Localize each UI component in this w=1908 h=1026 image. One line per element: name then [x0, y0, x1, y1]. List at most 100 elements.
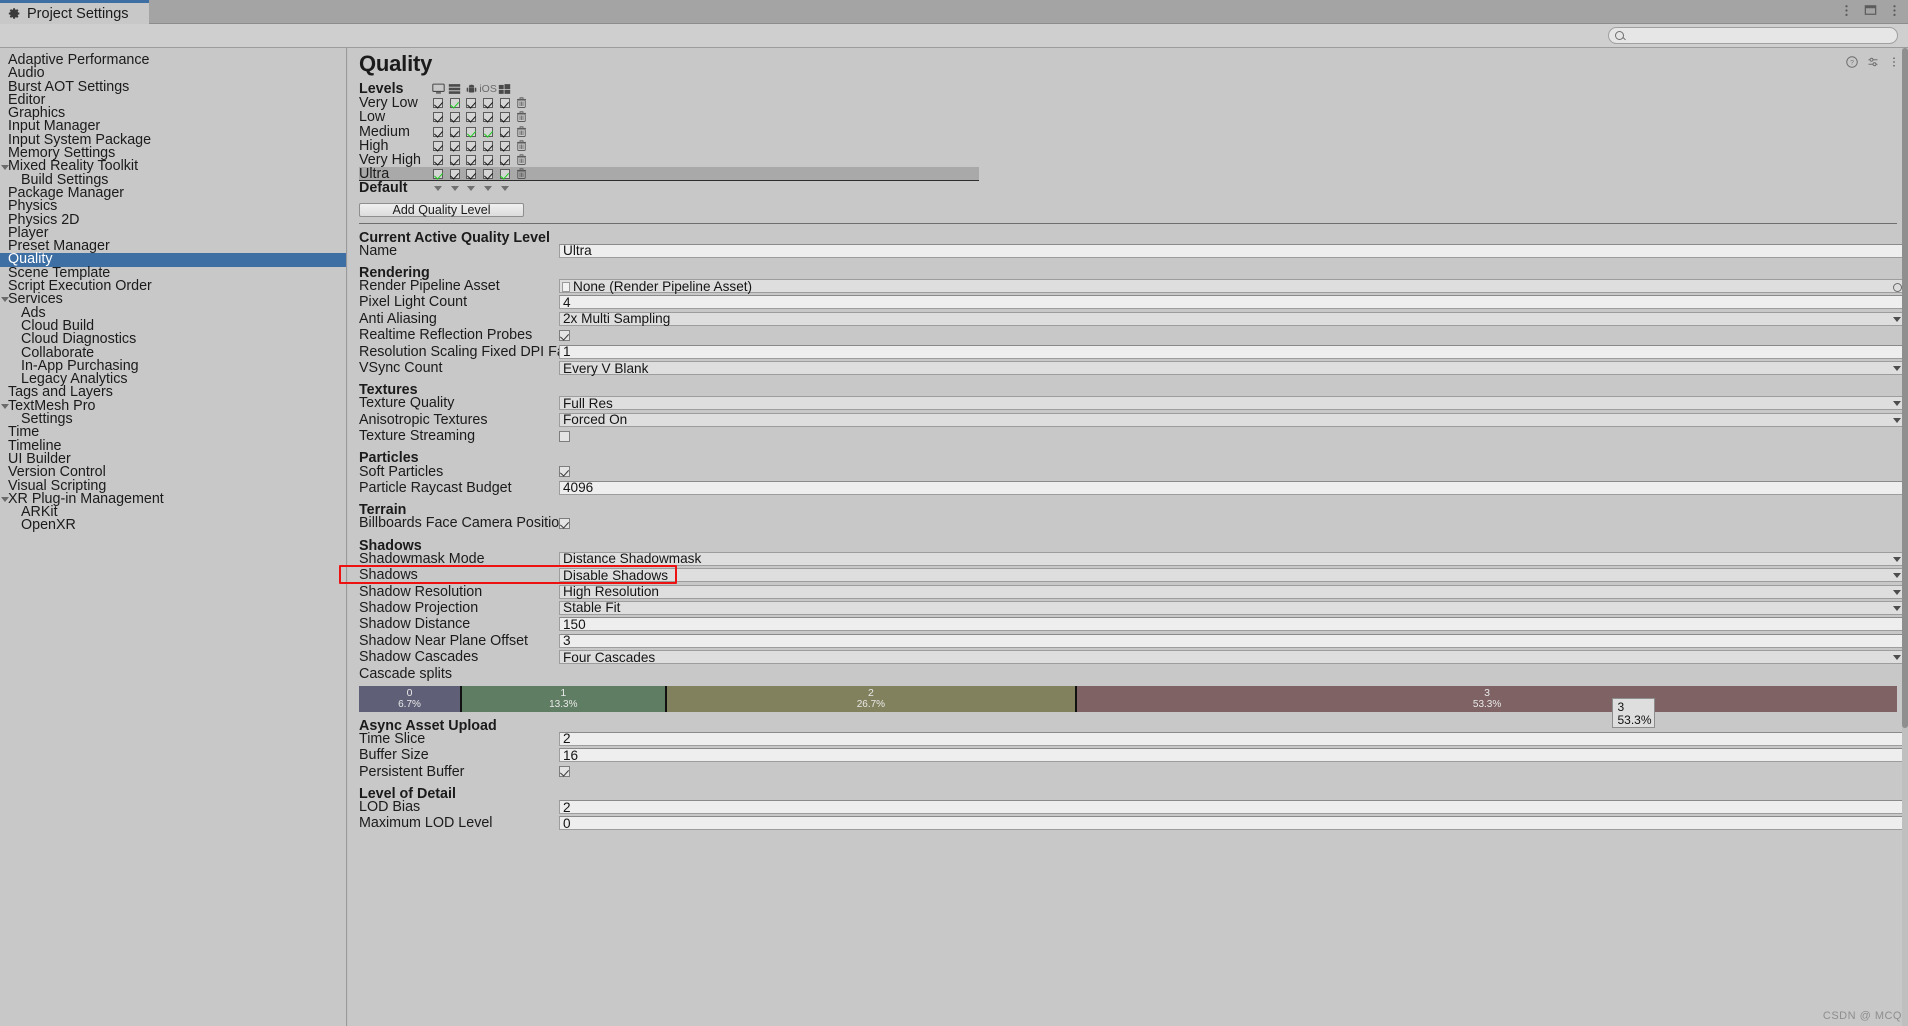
delete-level-cell[interactable]	[513, 111, 530, 123]
platform-toggle-cell[interactable]	[480, 155, 497, 166]
delete-level-cell[interactable]	[513, 97, 530, 109]
platform-checkbox[interactable]	[499, 140, 510, 151]
platform-toggle-cell[interactable]	[447, 126, 464, 137]
platform-checkbox[interactable]	[433, 112, 444, 123]
platform-toggle-cell[interactable]	[496, 168, 513, 179]
vertical-scrollbar[interactable]	[1902, 48, 1908, 1026]
chevron-down-icon[interactable]	[500, 185, 509, 191]
platform-toggle-cell[interactable]	[430, 155, 447, 166]
default-level-row[interactable]: Default	[359, 180, 979, 196]
help-icon[interactable]: ?	[1846, 56, 1858, 68]
chevron-down-icon[interactable]	[1, 496, 9, 502]
platform-toggle-cell[interactable]	[480, 168, 497, 179]
property-dropdown-field[interactable]: Full Res	[559, 396, 1906, 411]
property-dropdown-field[interactable]: Disable Shadows	[559, 568, 1906, 583]
context-menu-icon[interactable]	[1888, 56, 1900, 68]
platform-checkbox[interactable]	[433, 140, 444, 151]
quality-level-row[interactable]: Very High	[359, 152, 979, 168]
property-checkbox[interactable]	[559, 430, 570, 442]
chevron-down-icon[interactable]	[1893, 655, 1901, 661]
platform-toggle-cell[interactable]	[447, 155, 464, 166]
object-picker-icon[interactable]	[1893, 282, 1902, 292]
quality-level-row[interactable]: Very Low	[359, 95, 979, 111]
delete-level-cell[interactable]	[513, 154, 530, 166]
platform-toggle-cell[interactable]	[480, 126, 497, 137]
property-text-field[interactable]: 4	[559, 295, 1906, 310]
property-text-field[interactable]: 3	[559, 633, 1906, 648]
chevron-down-icon[interactable]	[1, 297, 9, 303]
chevron-down-icon[interactable]	[434, 185, 443, 191]
platform-toggle-cell[interactable]	[463, 98, 480, 109]
property-text-field[interactable]: 16	[559, 748, 1906, 763]
property-text-field[interactable]: 150	[559, 617, 1906, 632]
delete-level-cell[interactable]	[513, 168, 530, 180]
platform-checkbox[interactable]	[433, 98, 444, 109]
platform-toggle-cell[interactable]	[463, 126, 480, 137]
platform-checkbox[interactable]	[466, 112, 477, 123]
platform-toggle-cell[interactable]	[430, 98, 447, 109]
property-text-field[interactable]: 4096	[559, 480, 1906, 495]
sidebar-item-settings[interactable]: Settings	[0, 412, 346, 427]
chevron-down-icon[interactable]	[484, 185, 493, 191]
platform-toggle-cell[interactable]	[496, 140, 513, 151]
sidebar-item-physics-2d[interactable]: Physics 2D	[0, 212, 346, 227]
platform-checkbox[interactable]	[483, 155, 494, 166]
maximize-icon[interactable]	[1863, 3, 1878, 18]
platform-checkbox[interactable]	[433, 126, 444, 137]
default-dropdown-cell[interactable]	[430, 185, 447, 191]
platform-checkbox[interactable]	[449, 126, 460, 137]
search-field-wrap[interactable]	[1608, 27, 1898, 44]
cascade-segment[interactable]: 0 6.7%	[359, 685, 463, 712]
property-text-field[interactable]: 2	[559, 800, 1906, 815]
platform-checkbox[interactable]	[449, 140, 460, 151]
menu-icon[interactable]	[1887, 3, 1902, 18]
delete-level-cell[interactable]	[513, 140, 530, 152]
platform-toggle-cell[interactable]	[430, 168, 447, 179]
platform-checkbox[interactable]	[499, 168, 510, 179]
property-dropdown-field[interactable]: Forced On	[559, 412, 1906, 427]
platform-checkbox[interactable]	[483, 112, 494, 123]
chevron-down-icon[interactable]	[1893, 589, 1901, 595]
property-text-field[interactable]: Ultra	[559, 243, 1906, 258]
platform-checkbox[interactable]	[499, 126, 510, 137]
trash-icon[interactable]	[516, 125, 527, 138]
trash-icon[interactable]	[516, 154, 527, 166]
platform-checkbox[interactable]	[483, 168, 494, 179]
chevron-down-icon[interactable]	[1893, 401, 1901, 407]
property-dropdown-field[interactable]: Four Cascades	[559, 650, 1906, 665]
platform-toggle-cell[interactable]	[463, 112, 480, 123]
platform-toggle-cell[interactable]	[447, 98, 464, 109]
property-dropdown-field[interactable]: Every V Blank	[559, 361, 1906, 376]
property-text-field[interactable]: 0	[559, 816, 1906, 831]
platform-toggle-cell[interactable]	[430, 112, 447, 123]
cascade-segment[interactable]: 3 53.3%	[1077, 685, 1897, 712]
sidebar-item-openxr[interactable]: OpenXR	[0, 518, 346, 533]
trash-icon[interactable]	[516, 111, 527, 123]
platform-toggle-cell[interactable]	[496, 155, 513, 166]
delete-level-cell[interactable]	[513, 125, 530, 138]
property-checkbox[interactable]	[559, 329, 570, 341]
platform-checkbox[interactable]	[499, 155, 510, 166]
cascade-splits-bar[interactable]: 0 6.7% 1 13.3% 2 26.7% 3 53.3%	[359, 685, 1897, 712]
cascade-segment[interactable]: 2 26.7%	[666, 685, 1078, 712]
platform-checkbox[interactable]	[449, 168, 460, 179]
platform-checkbox[interactable]	[466, 140, 477, 151]
settings-sidebar[interactable]: Adaptive Performance Audio Burst AOT Setti…	[0, 48, 347, 1026]
more-options-icon[interactable]	[1839, 3, 1854, 18]
chevron-down-icon[interactable]	[1, 164, 9, 170]
platform-toggle-cell[interactable]	[447, 168, 464, 179]
chevron-down-icon[interactable]	[1893, 316, 1901, 322]
platform-checkbox[interactable]	[483, 140, 494, 151]
platform-toggle-cell[interactable]	[480, 98, 497, 109]
default-dropdown-cell[interactable]	[480, 185, 497, 191]
trash-icon[interactable]	[516, 140, 527, 152]
platform-toggle-cell[interactable]	[480, 112, 497, 123]
platform-checkbox[interactable]	[449, 98, 460, 109]
platform-checkbox[interactable]	[499, 112, 510, 123]
platform-toggle-cell[interactable]	[463, 155, 480, 166]
platform-toggle-cell[interactable]	[496, 98, 513, 109]
quality-levels-table[interactable]: Levels iOS Very Low Low Medium High Very High U…	[359, 81, 979, 196]
platform-toggle-cell[interactable]	[463, 140, 480, 151]
search-input[interactable]	[1628, 29, 1878, 42]
sidebar-item-burst-aot-settings[interactable]: Burst AOT Settings	[0, 79, 346, 94]
